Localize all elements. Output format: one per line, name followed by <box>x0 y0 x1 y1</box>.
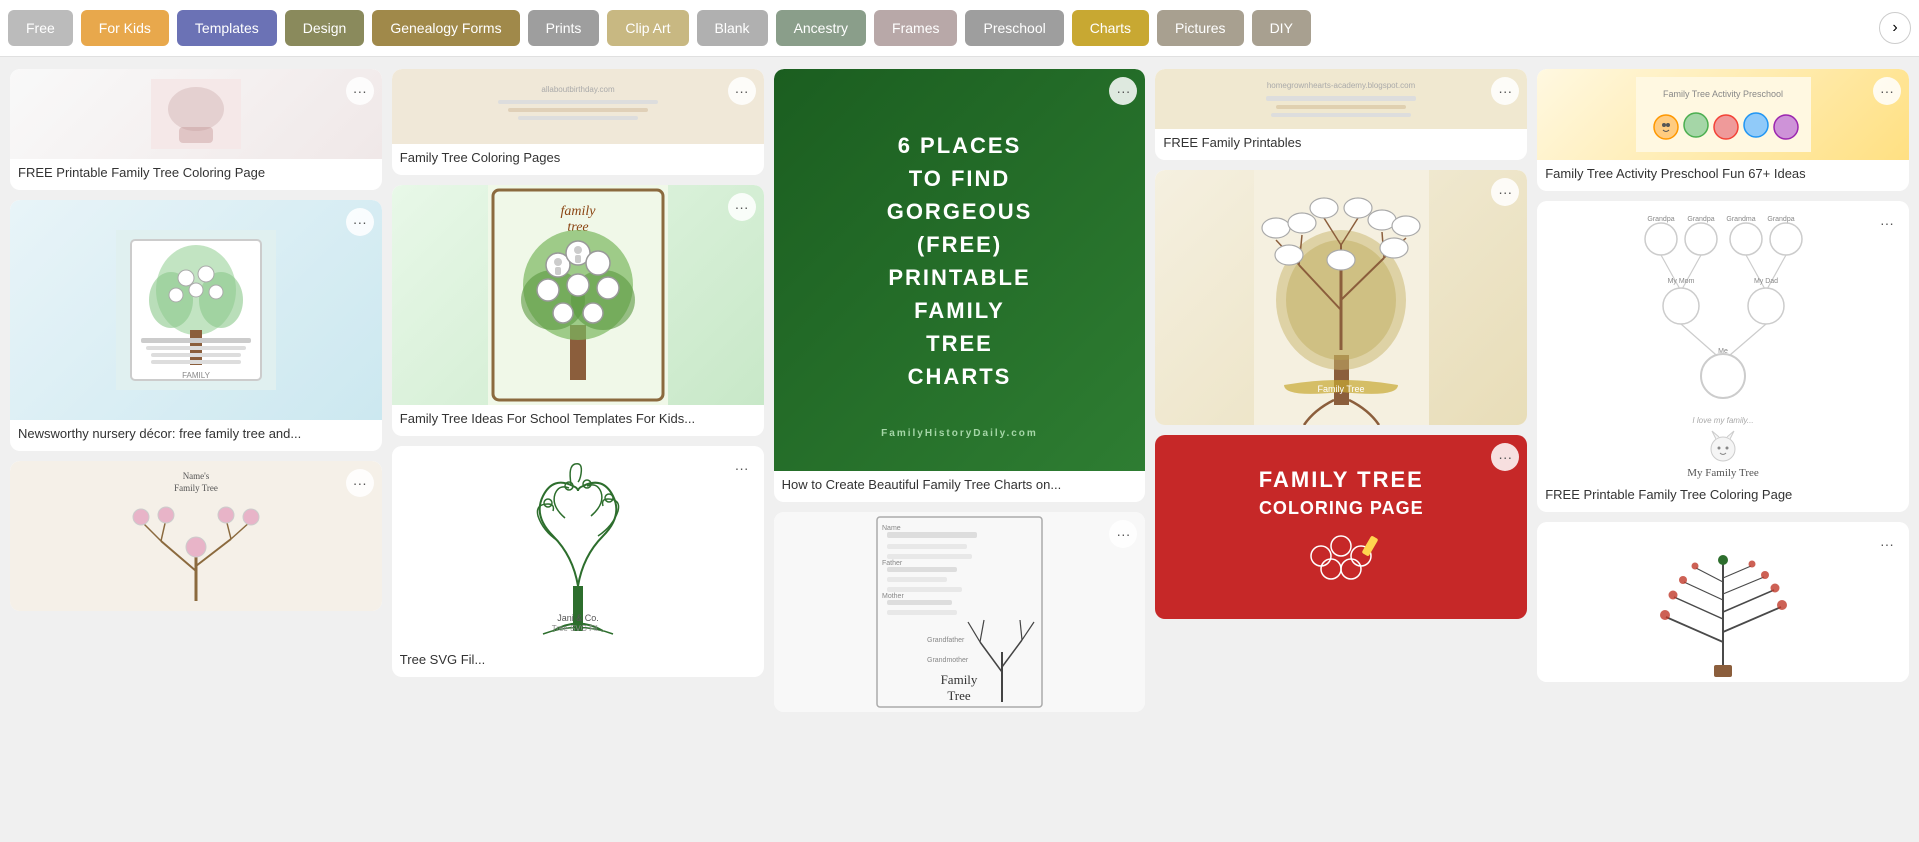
card-caption: FREE Printable Family Tree Coloring Page <box>1537 481 1909 512</box>
card-menu-button[interactable]: ··· <box>1873 209 1901 237</box>
card-free-family-printables[interactable]: homegrownhearts-academy.blogspot.com FRE… <box>1155 69 1527 160</box>
card-caption: Family Tree Coloring Pages <box>392 144 764 175</box>
svg-text:Name: Name <box>882 525 901 532</box>
card-menu-button[interactable]: ··· <box>1491 178 1519 206</box>
svg-text:My Mom: My Mom <box>1667 278 1694 285</box>
card-tree-svg-file[interactable]: Jani & Co. Tree SVG Fil... Tree SVG Fil.… <box>392 446 764 677</box>
svg-text:Father: Father <box>882 560 903 567</box>
nav-btn-ancestry[interactable]: Ancestry <box>776 10 866 46</box>
nav-btn-genealogy-forms[interactable]: Genealogy Forms <box>372 10 519 46</box>
card-menu-button[interactable]: ··· <box>728 454 756 482</box>
card-menu-button[interactable]: ··· <box>1873 530 1901 558</box>
svg-text:Tree: Tree <box>947 688 971 703</box>
svg-text:Grandmother: Grandmother <box>927 657 969 664</box>
card-family-tree-form[interactable]: Family Tree Name Father Mother Grandfath… <box>774 512 1146 712</box>
card-newsworthy-nursery[interactable]: FAMILY Newsworthy nursery décor: free fa… <box>10 200 382 451</box>
card-family-tree-coloring-pages[interactable]: allaboutbirthday.com Family Tree Colorin… <box>392 69 764 175</box>
card-caption: Family Tree Activity Preschool Fun 67+ I… <box>1537 160 1909 191</box>
svg-text:Grandma: Grandma <box>1726 216 1755 223</box>
svg-text:My Family Tree: My Family Tree <box>1687 467 1759 479</box>
card-free-printable-coloring-top[interactable]: FREE Printable Family Tree Coloring Page… <box>10 69 382 190</box>
svg-text:Grandpa: Grandpa <box>1687 216 1714 223</box>
card-6-places[interactable]: 6 PLACES TO FIND GORGEOUS (FREE) PRINTAB… <box>774 69 1146 502</box>
card-free-family-printables-caption: FREE Family Printables <box>1155 129 1527 160</box>
nav-btn-preschool[interactable]: Preschool <box>965 10 1063 46</box>
svg-text:family: family <box>560 204 596 219</box>
svg-text:FAMILY: FAMILY <box>182 371 211 380</box>
nav-btn-blank[interactable]: Blank <box>697 10 768 46</box>
nav-btn-diy[interactable]: DIY <box>1252 10 1311 46</box>
card-free-printable-coloring-sketch[interactable]: Grandpa Grandpa Grandma Grandpa My Mom M… <box>1537 201 1909 512</box>
svg-text:Family Tree: Family Tree <box>1317 384 1364 394</box>
svg-text:Family: Family <box>941 672 978 687</box>
nav-btn-free[interactable]: Free <box>8 10 73 46</box>
nav-btn-templates[interactable]: Templates <box>177 10 277 46</box>
nav-btn-for-kids[interactable]: For Kids <box>81 10 169 46</box>
svg-text:allaboutbirthday.com: allaboutbirthday.com <box>541 85 615 94</box>
svg-text:Grandpa: Grandpa <box>1647 216 1674 223</box>
svg-text:Family Tree: Family Tree <box>174 483 218 493</box>
card-menu-button[interactable]: ··· <box>1873 77 1901 105</box>
nav-btn-clip-art[interactable]: Clip Art <box>607 10 688 46</box>
card-menu-button[interactable]: ··· <box>346 469 374 497</box>
svg-text:homegrownhearts-academy.blogsp: homegrownhearts-academy.blogspot.com <box>1267 81 1416 90</box>
nav-btn-charts[interactable]: Charts <box>1072 10 1149 46</box>
svg-text:Tree SVG Fil...: Tree SVG Fil... <box>551 624 604 633</box>
nav-btn-frames[interactable]: Frames <box>874 10 957 46</box>
card-names-family-tree[interactable]: Name's Family Tree ··· <box>10 461 382 611</box>
card-caption: FREE Printable Family Tree Coloring Page <box>10 159 382 190</box>
card-menu-button[interactable]: ··· <box>1491 77 1519 105</box>
svg-text:Jani & Co.: Jani & Co. <box>557 613 599 623</box>
card-caption: Family Tree Ideas For School Templates F… <box>392 405 764 436</box>
card-menu-button[interactable]: ··· <box>346 208 374 236</box>
card-caption: Tree SVG Fil... <box>392 646 764 677</box>
card-menu-button[interactable]: ··· <box>728 77 756 105</box>
card-menu-button[interactable]: ··· <box>728 193 756 221</box>
svg-text:Family Tree Activity Preschool: Family Tree Activity Preschool <box>1663 89 1783 99</box>
nav-btn-prints[interactable]: Prints <box>528 10 600 46</box>
card-spiral-tree[interactable]: ··· <box>1537 522 1909 682</box>
card-caption: Newsworthy nursery décor: free family tr… <box>10 420 382 451</box>
svg-text:My Dad: My Dad <box>1754 278 1778 285</box>
card-family-tree-coloring-red[interactable]: FAMILY TREE COLORING PAGE ··· <box>1155 435 1527 619</box>
svg-text:Mother: Mother <box>882 593 904 600</box>
svg-text:I love my family...: I love my family... <box>1692 416 1753 425</box>
svg-text:Grandpa: Grandpa <box>1767 216 1794 223</box>
nav-btn-design[interactable]: Design <box>285 10 365 46</box>
nav-next-arrow[interactable]: › <box>1879 12 1911 44</box>
card-beige-tree[interactable]: Family Tree ··· <box>1155 170 1527 425</box>
card-school-templates[interactable]: family tree <box>392 185 764 436</box>
card-menu-button[interactable]: ··· <box>346 77 374 105</box>
nav-btn-pictures[interactable]: Pictures <box>1157 10 1244 46</box>
card-menu-button[interactable]: ··· <box>1491 443 1519 471</box>
svg-text:Grandfather: Grandfather <box>927 637 965 644</box>
card-preschool-activity[interactable]: Family Tree Activity Preschool Family Tr… <box>1537 69 1909 191</box>
svg-text:Name's: Name's <box>183 471 210 481</box>
image-grid: FREE Printable Family Tree Coloring Page… <box>0 57 1919 724</box>
navigation-bar: Free For Kids Templates Design Genealogy… <box>0 0 1919 57</box>
card-caption: How to Create Beautiful Family Tree Char… <box>774 471 1146 502</box>
